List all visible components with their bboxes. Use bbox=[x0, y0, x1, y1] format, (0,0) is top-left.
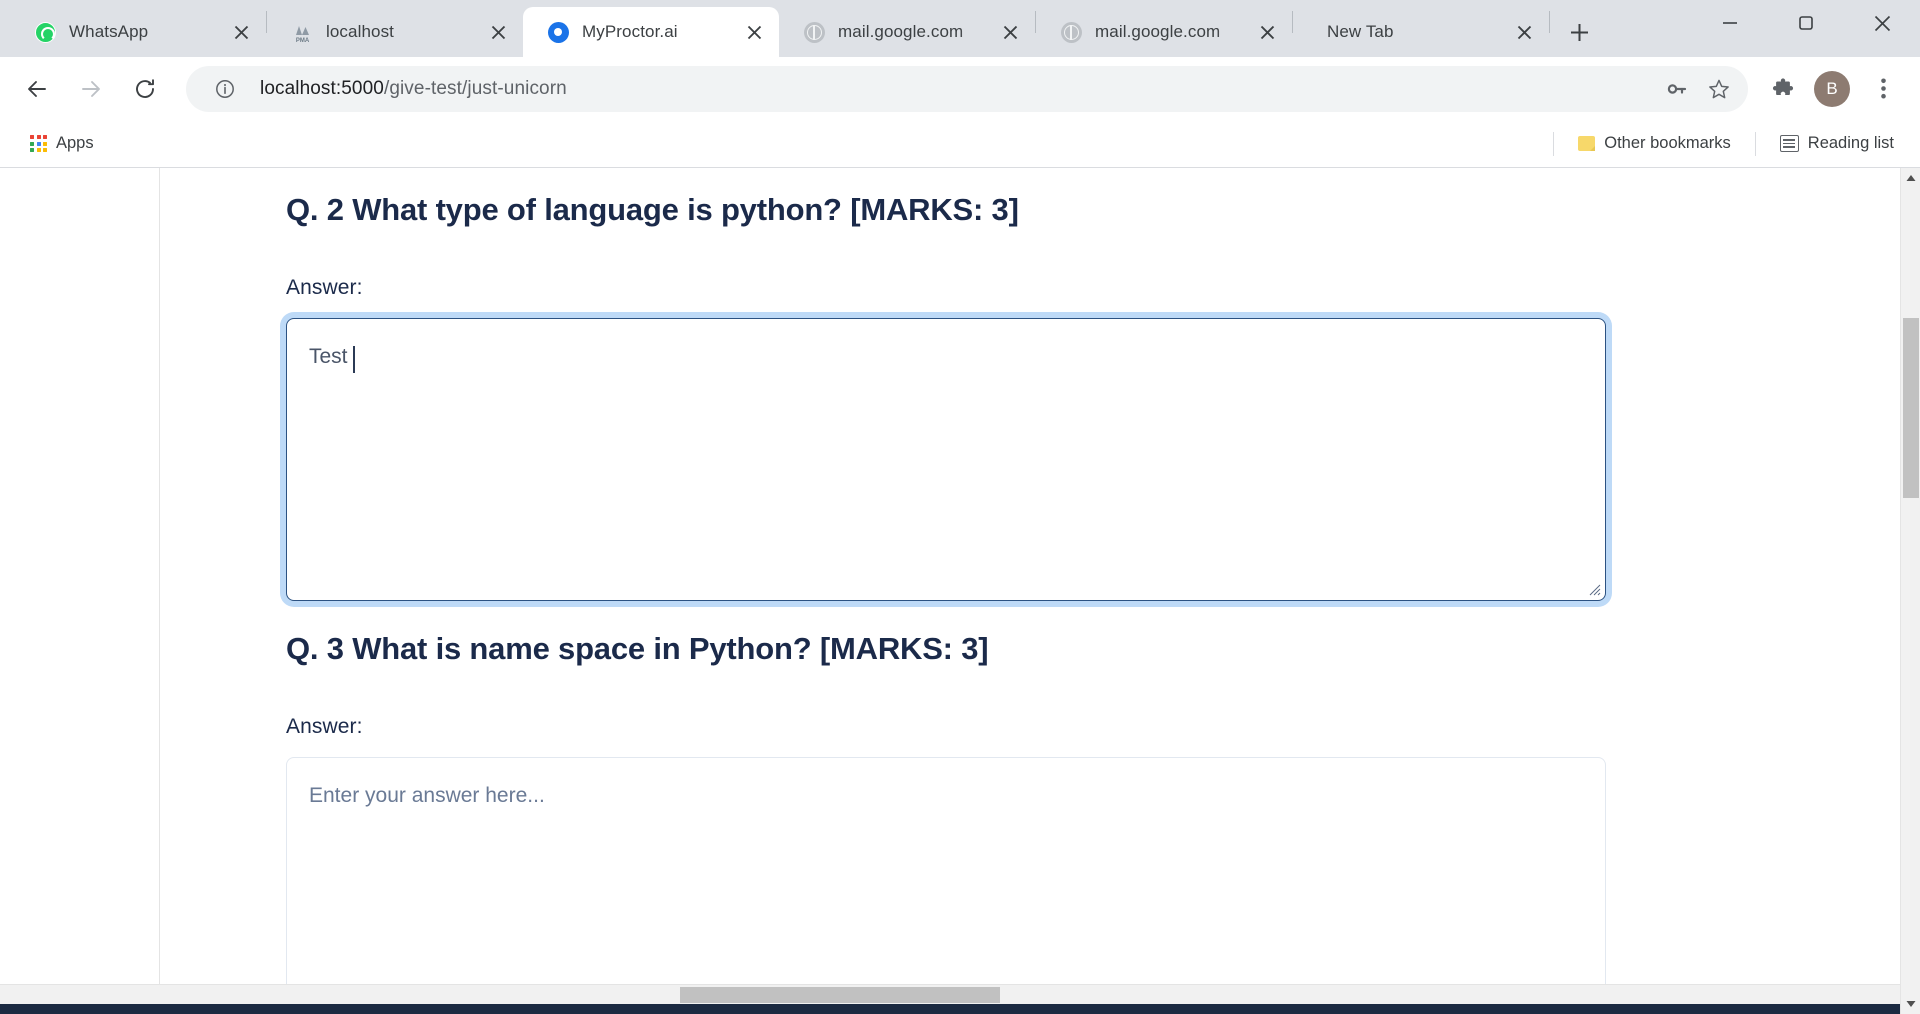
phpmyadmin-icon: PMA bbox=[291, 21, 313, 43]
answer-field-wrapper-3 bbox=[286, 757, 1606, 984]
tab-divider bbox=[1549, 10, 1550, 33]
close-icon[interactable] bbox=[1250, 15, 1284, 49]
close-icon[interactable] bbox=[224, 15, 258, 49]
site-info-icon[interactable] bbox=[204, 68, 246, 110]
star-icon[interactable] bbox=[1698, 68, 1740, 110]
extensions-puzzle-icon[interactable] bbox=[1760, 66, 1806, 112]
tab-title: MyProctor.ai bbox=[582, 22, 678, 41]
divider bbox=[1754, 131, 1756, 156]
scroll-down-arrow-icon[interactable] bbox=[1901, 994, 1920, 1014]
globe-icon bbox=[803, 21, 825, 43]
maximize-button[interactable] bbox=[1768, 0, 1844, 46]
page-footer-bar bbox=[0, 1004, 1900, 1014]
folder-icon bbox=[1578, 136, 1596, 151]
reading-list-button[interactable]: Reading list bbox=[1770, 127, 1904, 161]
minimize-button[interactable] bbox=[1692, 0, 1768, 46]
whatsapp-icon bbox=[34, 21, 56, 43]
horizontal-scrollbar-thumb[interactable] bbox=[680, 987, 1000, 1003]
close-window-button[interactable] bbox=[1844, 0, 1920, 46]
globe-icon bbox=[1060, 21, 1082, 43]
browser-toolbar: localhost:5000/give-test/just-unicorn B bbox=[0, 57, 1920, 120]
close-icon[interactable] bbox=[737, 15, 771, 49]
vertical-scrollbar-thumb[interactable] bbox=[1902, 318, 1919, 498]
url-host: localhost:5000 bbox=[260, 77, 384, 99]
vertical-scrollbar[interactable] bbox=[1900, 168, 1920, 1014]
other-bookmarks-button[interactable]: Other bookmarks bbox=[1568, 127, 1741, 161]
close-icon[interactable] bbox=[481, 15, 515, 49]
tab-localhost[interactable]: PMA localhost bbox=[267, 7, 523, 57]
question-title: Q. 2 What type of language is python? [M… bbox=[286, 192, 1019, 227]
svg-text:PMA: PMA bbox=[295, 38, 309, 43]
horizontal-scrollbar[interactable] bbox=[0, 984, 1900, 1004]
tab-new-tab[interactable]: New Tab bbox=[1293, 7, 1549, 57]
bookmark-label: Apps bbox=[56, 134, 94, 152]
reading-list-icon bbox=[1779, 135, 1799, 152]
divider bbox=[1553, 131, 1555, 156]
left-rail bbox=[0, 168, 160, 984]
tab-strip: WhatsApp PMA localhost MyProctor.ai mail… bbox=[0, 0, 1920, 57]
scroll-up-arrow-icon[interactable] bbox=[1901, 168, 1920, 188]
exam-content: Q. 2 What type of language is python? [M… bbox=[160, 168, 1900, 984]
bookmark-apps[interactable]: Apps bbox=[20, 127, 104, 161]
profile-avatar[interactable]: B bbox=[1814, 70, 1850, 107]
tab-title: WhatsApp bbox=[69, 22, 149, 41]
reading-list-label: Reading list bbox=[1807, 134, 1894, 152]
answer-textarea-3[interactable] bbox=[286, 757, 1606, 984]
tab-title: localhost bbox=[326, 22, 394, 41]
key-icon[interactable] bbox=[1656, 68, 1698, 110]
url-path: /give-test/just-unicorn bbox=[383, 77, 567, 99]
url-text[interactable]: localhost:5000/give-test/just-unicorn bbox=[246, 78, 1656, 100]
vertical-scrollbar-track[interactable] bbox=[1901, 188, 1920, 994]
bookmarks-bar-right: Other bookmarks Reading list bbox=[1543, 127, 1904, 161]
tab-whatsapp[interactable]: WhatsApp bbox=[10, 7, 266, 57]
question-title: Q. 3 What is name space in Python? [MARK… bbox=[286, 631, 989, 666]
answer-label: Answer: bbox=[286, 715, 363, 738]
bookmarks-bar: Apps Other bookmarks Reading list bbox=[0, 120, 1920, 168]
tab-myproctor[interactable]: MyProctor.ai bbox=[523, 7, 779, 57]
exam-page: Q. 2 What type of language is python? [M… bbox=[0, 168, 1900, 984]
close-icon[interactable] bbox=[1507, 15, 1541, 49]
forward-arrow-icon[interactable] bbox=[68, 66, 114, 112]
close-icon[interactable] bbox=[993, 15, 1027, 49]
back-arrow-icon[interactable] bbox=[14, 66, 60, 112]
window-controls bbox=[1692, 0, 1920, 46]
tab-mail-google-2[interactable]: mail.google.com bbox=[1036, 7, 1292, 57]
apps-grid-icon bbox=[30, 135, 47, 152]
three-dot-menu-icon[interactable] bbox=[1860, 66, 1906, 112]
page-viewport: Q. 2 What type of language is python? [M… bbox=[0, 168, 1920, 1014]
answer-textarea-2[interactable] bbox=[286, 318, 1606, 601]
question-block-3: Q. 3 What is name space in Python? [MARK… bbox=[286, 631, 1900, 984]
address-bar[interactable]: localhost:5000/give-test/just-unicorn bbox=[186, 65, 1748, 112]
reload-icon[interactable] bbox=[122, 66, 168, 112]
tab-title: mail.google.com bbox=[1095, 22, 1221, 41]
tab-title: New Tab bbox=[1327, 22, 1394, 41]
answer-field-wrapper-2 bbox=[286, 318, 1606, 601]
tab-mail-google-1[interactable]: mail.google.com bbox=[779, 7, 1035, 57]
answer-label: Answer: bbox=[286, 276, 363, 299]
browser-window: WhatsApp PMA localhost MyProctor.ai mail… bbox=[0, 0, 1920, 1014]
question-block-2: Q. 2 What type of language is python? [M… bbox=[286, 192, 1900, 601]
text-cursor bbox=[353, 346, 355, 373]
myproctor-icon bbox=[547, 21, 569, 43]
other-bookmarks-label: Other bookmarks bbox=[1604, 134, 1731, 152]
tab-list: WhatsApp PMA localhost MyProctor.ai mail… bbox=[0, 0, 1598, 57]
tab-title: mail.google.com bbox=[838, 22, 964, 41]
new-tab-button[interactable] bbox=[1560, 13, 1598, 51]
